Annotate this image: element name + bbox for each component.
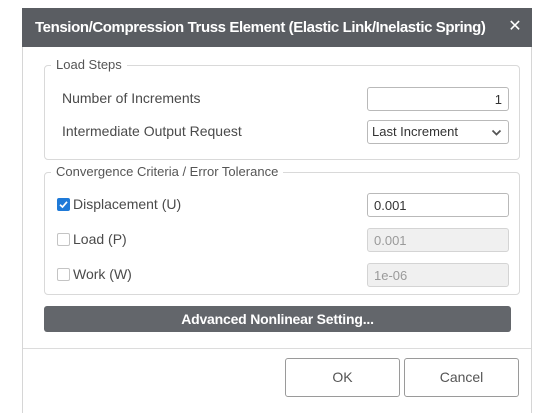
increments-label: Number of Increments [62,90,201,106]
convergence-legend: Convergence Criteria / Error Tolerance [56,164,279,179]
load-steps-legend: Load Steps [56,57,122,72]
dialog-title: Tension/Compression Truss Element (Elast… [35,19,486,36]
dialog-titlebar[interactable]: Tension/Compression Truss Element (Elast… [22,8,532,47]
checkmark-icon [59,201,68,209]
displacement-tolerance-input[interactable] [367,193,509,217]
load-checkbox[interactable] [57,233,70,246]
output-request-value: Last Increment [372,124,458,139]
output-request-label: Intermediate Output Request [62,123,242,139]
work-label: Work (W) [73,266,132,282]
displacement-checkbox[interactable] [57,198,70,211]
load-tolerance-input[interactable] [367,228,509,252]
cancel-button[interactable]: Cancel [404,358,519,397]
work-checkbox[interactable] [57,268,70,281]
displacement-label: Displacement (U) [73,196,182,212]
load-label: Load (P) [73,231,127,247]
advanced-nonlinear-setting-button[interactable]: Advanced Nonlinear Setting... [44,306,511,332]
truss-element-dialog: Tension/Compression Truss Element (Elast… [22,8,532,413]
chevron-down-icon [491,129,502,136]
close-icon[interactable]: ✕ [504,16,526,38]
output-request-select[interactable]: Last Increment [367,120,509,144]
increments-input[interactable] [367,87,509,111]
work-tolerance-input[interactable] [367,263,509,287]
ok-button[interactable]: OK [285,358,400,397]
footer-divider [23,348,531,349]
